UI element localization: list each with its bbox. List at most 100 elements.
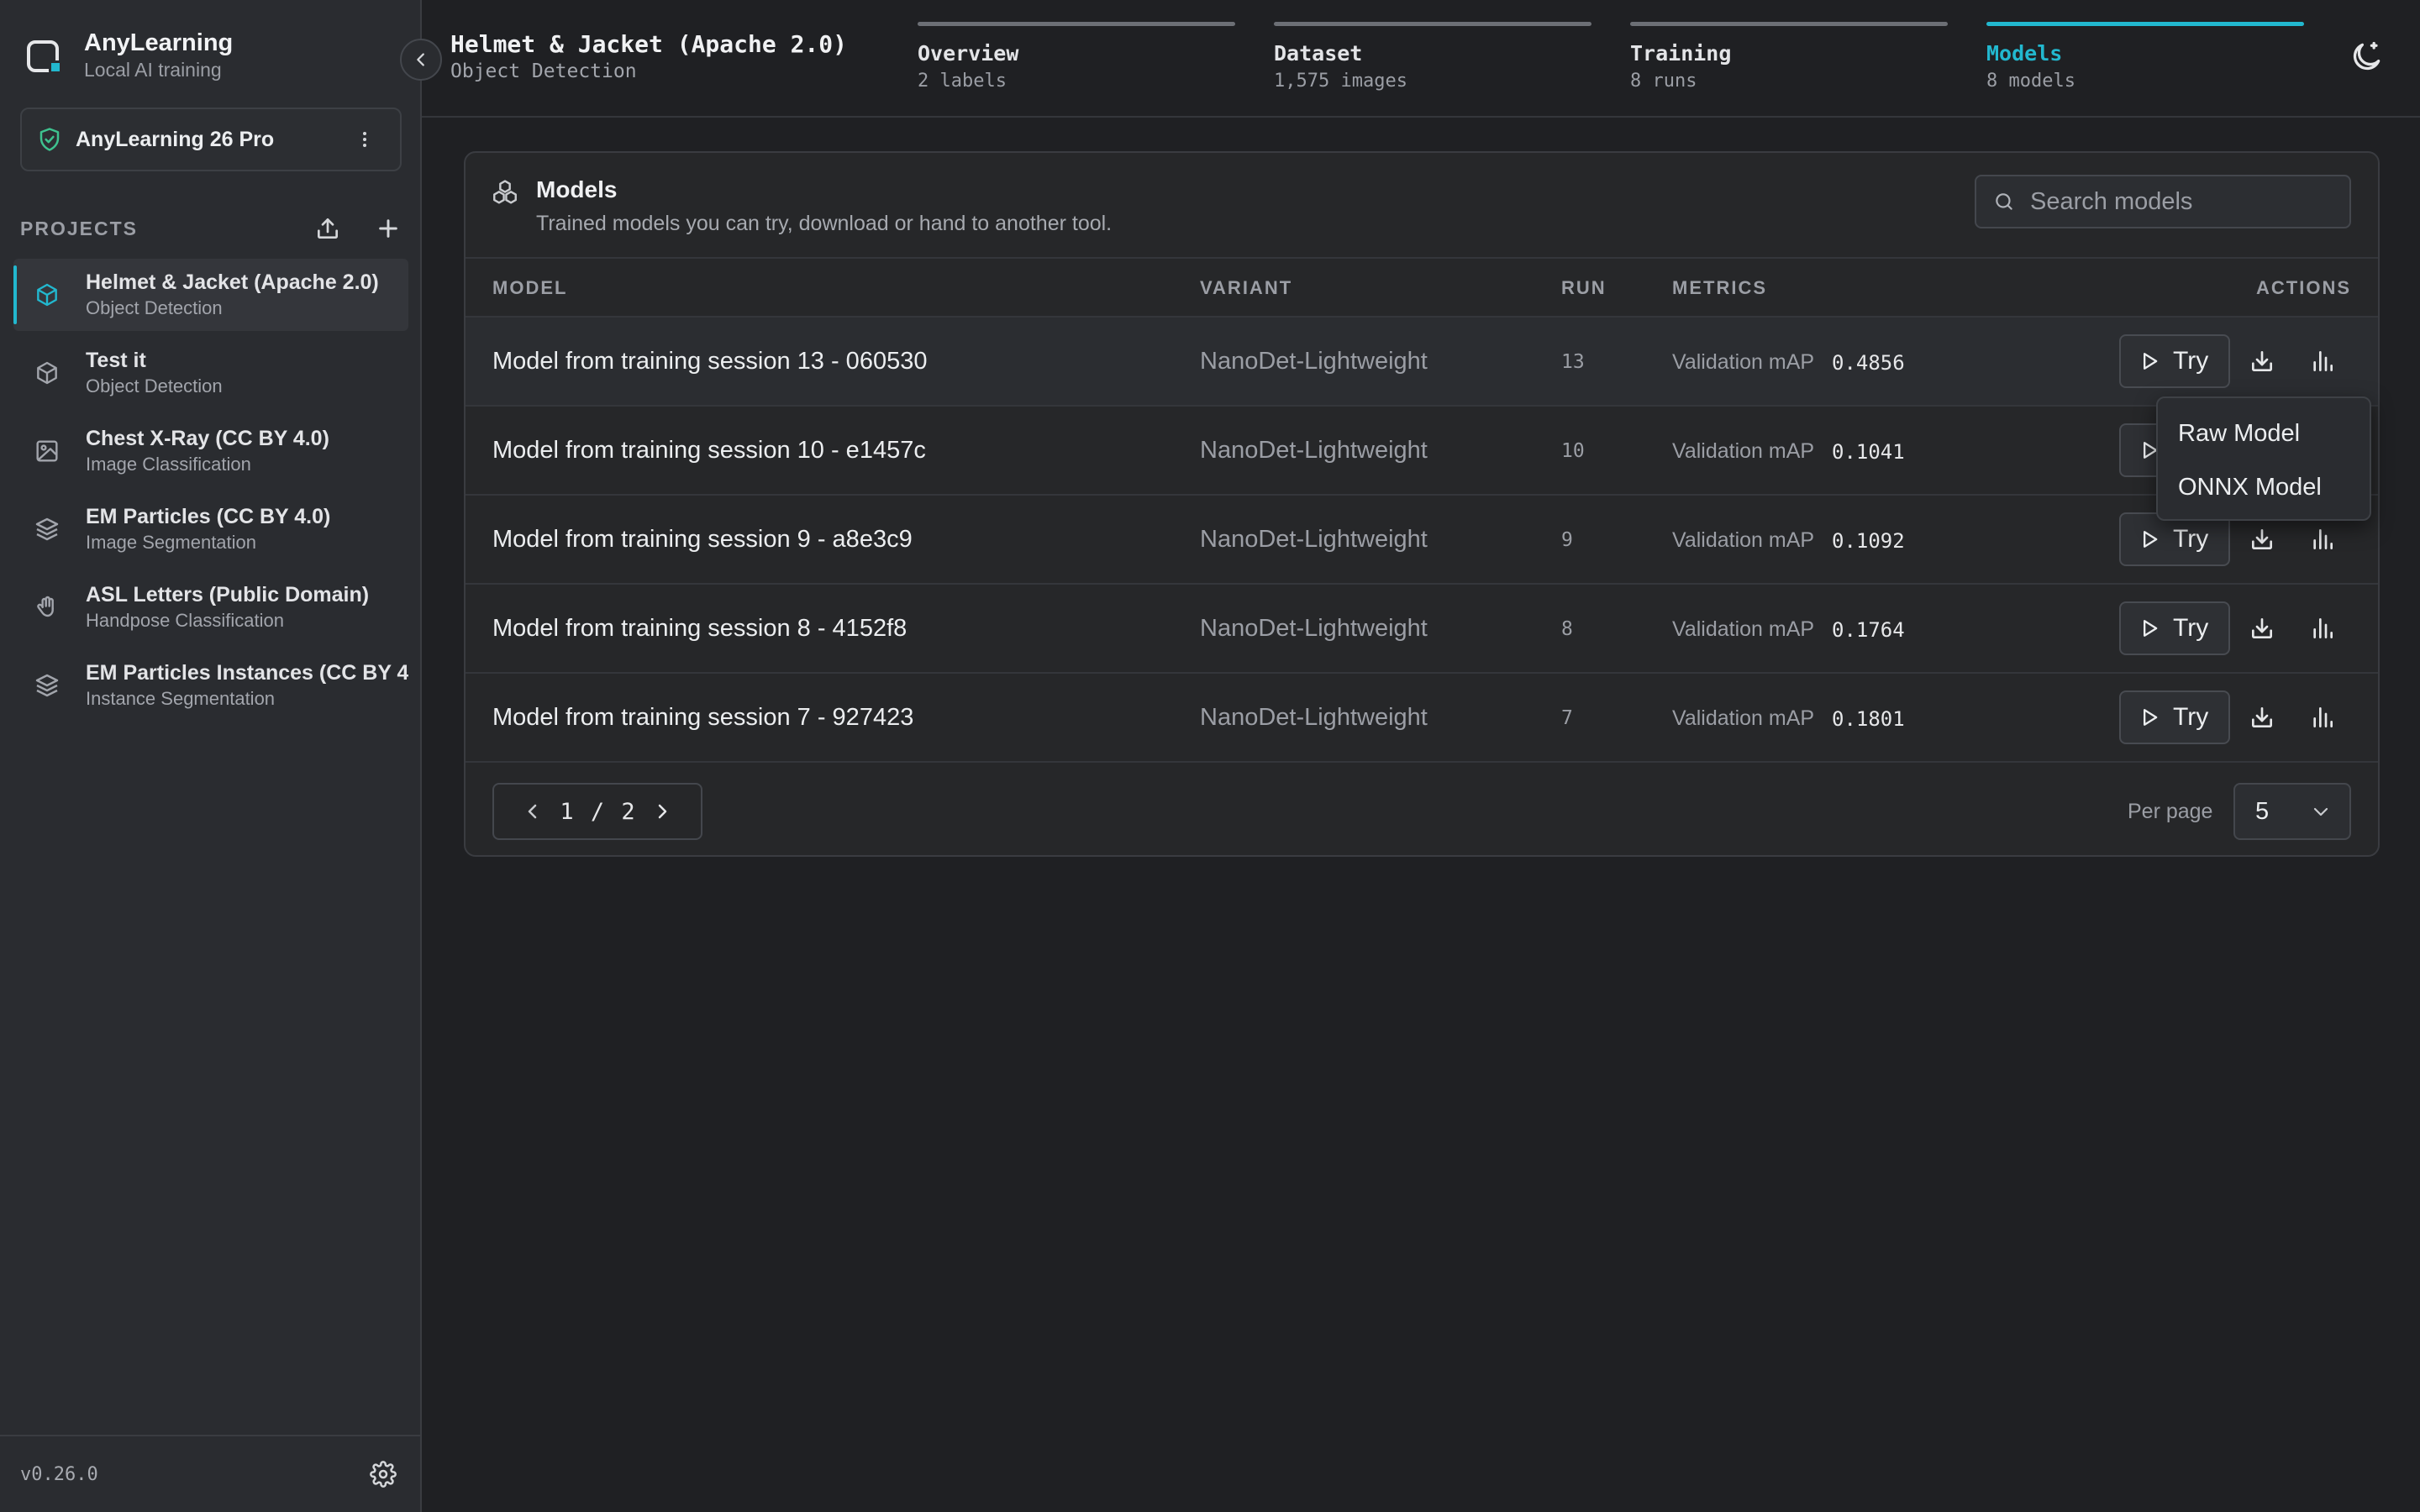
metric-value: 0.1801 (1832, 707, 1905, 731)
layers-icon (35, 517, 59, 541)
metric-value: 0.4856 (1832, 351, 1905, 375)
bar-chart-icon[interactable] (2309, 704, 2336, 731)
model-run: 9 (1561, 529, 1573, 551)
bar-chart-icon[interactable] (2309, 348, 2336, 375)
model-run: 10 (1561, 440, 1585, 462)
brand[interactable]: AnyLearning Local AI training (25, 29, 233, 82)
app-subtitle: Local AI training (84, 59, 222, 81)
app-version: v0.26.0 (20, 1463, 98, 1485)
download-menu: Raw Model ONNX Model (2156, 396, 2371, 521)
projects-title: PROJECTS (20, 217, 138, 239)
project-type: Object Detection (86, 297, 223, 318)
project-name: ASL Letters (Public Domain) (86, 583, 370, 606)
models-card: Models Trained models you can try, downl… (464, 151, 2380, 857)
tab-label: Overview (918, 41, 1019, 66)
project-item[interactable]: EM Particles (CC BY 4.0) Image Segmentati… (13, 493, 408, 565)
project-type: Image Segmentation (86, 532, 257, 553)
metric-label: Validation mAP (1672, 439, 1815, 463)
tab-training[interactable]: Training 8 runs (1630, 22, 1948, 92)
try-label: Try (2173, 703, 2209, 731)
column-header-metrics: METRICS (1672, 277, 1767, 298)
menu-item-onnx-model[interactable]: ONNX Model (2158, 460, 2370, 514)
projects-header: PROJECTS (20, 212, 402, 245)
bar-chart-icon[interactable] (2309, 526, 2336, 553)
bar-chart-icon[interactable] (2309, 615, 2336, 642)
current-project: Helmet & Jacket (Apache 2.0) Object Dete… (450, 30, 847, 84)
card-header: Models Trained models you can try, downl… (466, 153, 2378, 259)
model-variant: NanoDet-Lightweight (1200, 704, 1428, 731)
play-icon (2144, 620, 2158, 637)
model-name: Model from training session 13 - 060530 (492, 348, 928, 375)
table-row[interactable]: Model from training session 13 - 060530 … (466, 318, 2378, 407)
download-icon[interactable] (2249, 704, 2275, 731)
per-page-value: 5 (2255, 797, 2270, 825)
search-input[interactable] (2030, 187, 2333, 216)
table-row[interactable]: Model from training session 8 - 4152f8 N… (466, 585, 2378, 674)
page-total: 2 (621, 798, 635, 825)
column-header-run: RUN (1561, 277, 1607, 298)
search-box[interactable] (1975, 175, 2351, 228)
upload-icon[interactable] (314, 215, 341, 242)
tab-models[interactable]: Models 8 models (1986, 22, 2304, 92)
tab-sub: 8 runs (1630, 71, 1697, 92)
collapse-sidebar-button[interactable] (400, 39, 442, 81)
project-item[interactable]: EM Particles Instances (CC BY 4.0) Instan… (13, 649, 408, 722)
model-variant: NanoDet-Lightweight (1200, 615, 1428, 642)
model-run: 8 (1561, 618, 1573, 640)
per-page-label: Per page (2128, 800, 2213, 823)
play-icon (2144, 709, 2158, 726)
column-header-model: MODEL (492, 277, 568, 298)
project-item[interactable]: Test it Object Detection (13, 337, 408, 409)
table-row[interactable]: Model from training session 7 - 927423 N… (466, 674, 2378, 763)
shield-check-icon (39, 128, 60, 151)
metric-label: Validation mAP (1672, 528, 1815, 552)
cube-icon (37, 361, 57, 385)
tab-sub: 8 models (1986, 71, 2075, 92)
theme-toggle-icon[interactable] (2348, 39, 2385, 76)
model-name: Model from training session 7 - 927423 (492, 704, 914, 731)
table-row[interactable]: Model from training session 9 - a8e3c9 N… (466, 496, 2378, 585)
chevron-left-icon (417, 53, 424, 66)
model-name: Model from training session 10 - e1457c (492, 437, 926, 464)
models-icon (493, 180, 517, 204)
license-card[interactable]: AnyLearning 26 Pro (20, 108, 402, 171)
project-type: Handpose Classification (86, 610, 285, 631)
card-subtitle: Trained models you can try, download or … (536, 212, 1113, 235)
tab-overview[interactable]: Overview 2 labels (918, 22, 1235, 92)
page-separator: / (590, 798, 605, 825)
metric-value: 0.1092 (1832, 529, 1905, 553)
project-list: Helmet & Jacket (Apache 2.0) Object Detec… (13, 259, 408, 727)
per-page-select[interactable]: 5 (2233, 783, 2351, 840)
more-vertical-icon[interactable] (355, 129, 375, 150)
model-run: 7 (1561, 707, 1573, 729)
try-label: Try (2173, 347, 2209, 375)
chevron-right-icon[interactable] (652, 801, 672, 822)
download-icon[interactable] (2249, 615, 2275, 642)
table-row[interactable]: Model from training session 10 - e1457c … (466, 407, 2378, 496)
anylearning-logo-icon (25, 37, 62, 74)
card-title: Models (536, 176, 618, 202)
try-button[interactable]: Try (2119, 690, 2230, 744)
model-name: Model from training session 9 - a8e3c9 (492, 526, 913, 553)
try-button[interactable]: Try (2119, 601, 2230, 655)
menu-item-raw-model[interactable]: Raw Model (2158, 407, 2370, 460)
chevron-left-icon[interactable] (523, 801, 543, 822)
project-item[interactable]: ASL Letters (Public Domain) Handpose Clas… (13, 571, 408, 643)
try-label: Try (2173, 525, 2209, 553)
tab-sub: 1,575 images (1274, 71, 1407, 92)
try-label: Try (2173, 614, 2209, 642)
tab-dataset[interactable]: Dataset 1,575 images (1274, 22, 1591, 92)
plus-icon[interactable] (375, 215, 402, 242)
download-icon[interactable] (2249, 526, 2275, 553)
download-icon[interactable] (2249, 348, 2275, 375)
try-button[interactable]: Try (2119, 334, 2230, 388)
project-item[interactable]: Helmet & Jacket (Apache 2.0) Object Detec… (13, 259, 408, 331)
project-title: Helmet & Jacket (Apache 2.0) (450, 30, 848, 58)
metric-label: Validation mAP (1672, 706, 1815, 730)
gear-icon[interactable] (370, 1461, 397, 1488)
column-header-actions: ACTIONS (2256, 277, 2351, 298)
sidebar-footer: v0.26.0 (0, 1435, 420, 1512)
table-header: MODEL VARIANT RUN METRICS ACTIONS (466, 259, 2378, 318)
column-header-variant: VARIANT (1200, 277, 1293, 298)
project-item[interactable]: Chest X-Ray (CC BY 4.0) Image Classificat… (13, 415, 408, 487)
